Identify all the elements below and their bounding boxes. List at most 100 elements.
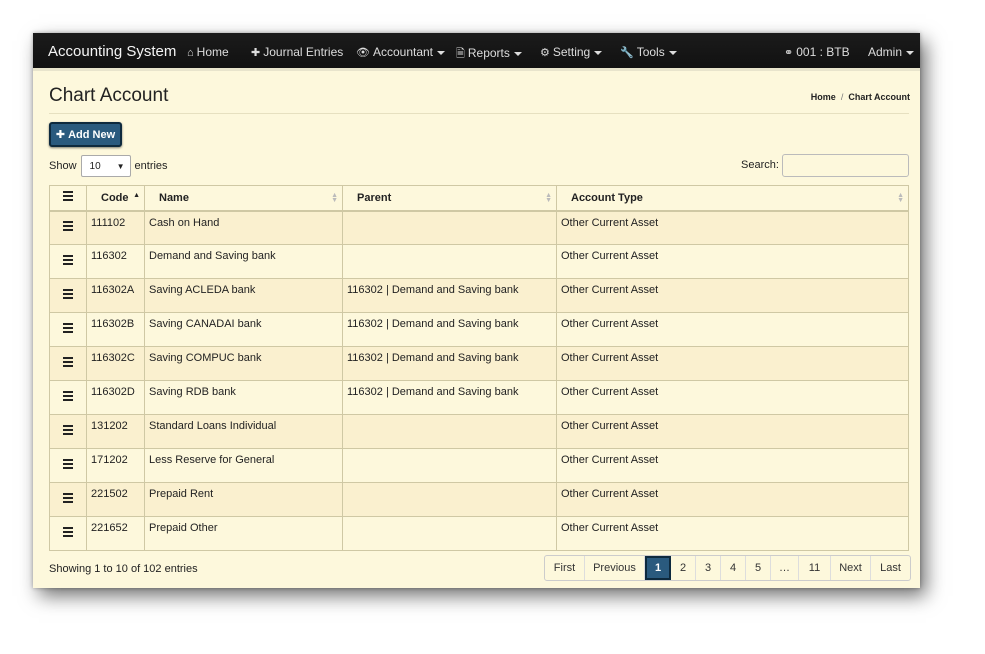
row-menu-cell[interactable] xyxy=(49,448,87,483)
row-menu-cell[interactable] xyxy=(49,312,87,347)
cell-type: Other Current Asset xyxy=(556,210,909,245)
breadcrumb-current: Chart Account xyxy=(848,92,910,102)
search-input[interactable] xyxy=(782,154,909,177)
nav-item-tools[interactable]: 🔧 Tools xyxy=(620,45,677,59)
add-new-button[interactable]: ✚ Add New xyxy=(49,122,122,147)
page-button-next[interactable]: Next xyxy=(831,556,871,580)
page-button-11[interactable]: 11 xyxy=(799,556,831,580)
table-row[interactable]: 221502 Prepaid Rent Other Current Asset xyxy=(49,482,909,517)
table-row[interactable]: 116302C Saving COMPUC bank 116302 | Demand… xyxy=(49,346,909,381)
cell-code: 111102 xyxy=(86,210,145,245)
user-label: Admin xyxy=(868,45,903,59)
menu-icon xyxy=(63,457,73,471)
caret-down-icon xyxy=(513,51,522,56)
table-row[interactable]: 116302 Demand and Saving bank Other Curren… xyxy=(49,244,909,279)
nav-item-setting[interactable]: ⚙ Setting xyxy=(540,45,603,59)
row-menu-cell[interactable] xyxy=(49,244,87,279)
cell-name: Demand and Saving bank xyxy=(144,244,343,279)
page-button-5[interactable]: 5 xyxy=(746,556,771,580)
nav-item-accountant[interactable]: 👁 Accountant xyxy=(356,45,446,59)
cell-parent: 116302 | Demand and Saving bank xyxy=(342,312,557,347)
column-menu-header[interactable] xyxy=(49,185,87,212)
cell-parent xyxy=(342,482,557,517)
cell-parent: 116302 | Demand and Saving bank xyxy=(342,278,557,313)
table-row[interactable]: 116302A Saving ACLEDA bank 116302 | Demand… xyxy=(49,278,909,313)
nav-item-reports[interactable]: 🗎 Reports xyxy=(456,45,522,64)
cell-name: Standard Loans Individual xyxy=(144,414,343,449)
menu-icon xyxy=(63,423,73,437)
cell-name: Prepaid Rent xyxy=(144,482,343,517)
nav-item-home[interactable]: ⌂ Home xyxy=(187,45,229,59)
menu-icon xyxy=(63,189,73,203)
row-menu-cell[interactable] xyxy=(49,278,87,313)
table-row[interactable]: 171202 Less Reserve for General Other Curr… xyxy=(49,448,909,483)
user-menu[interactable]: Admin xyxy=(868,45,915,59)
cell-type: Other Current Asset xyxy=(556,312,909,347)
nav-item-journal-entries[interactable]: ✚ Journal Entries xyxy=(251,45,343,59)
column-header-account-type[interactable]: Account Type ▲ ▼ xyxy=(556,185,909,212)
cell-code: 116302B xyxy=(86,312,145,347)
page-button-2[interactable]: 2 xyxy=(671,556,696,580)
cell-name: Saving RDB bank xyxy=(144,380,343,415)
cell-code: 116302A xyxy=(86,278,145,313)
table-row[interactable]: 116302D Saving RDB bank 116302 | Demand an… xyxy=(49,380,909,415)
table-row[interactable]: 131202 Standard Loans Individual Other Cur… xyxy=(49,414,909,449)
cell-name: Cash on Hand xyxy=(144,210,343,245)
add-new-label: Add New xyxy=(68,128,116,141)
page-button-4[interactable]: 4 xyxy=(721,556,746,580)
entries-label: entries xyxy=(134,160,168,172)
cell-name: Prepaid Other xyxy=(144,516,343,551)
nav-item-label: Home xyxy=(196,45,229,59)
caret-down-icon xyxy=(668,50,677,55)
cell-code: 171202 xyxy=(86,448,145,483)
cell-code: 116302 xyxy=(86,244,145,279)
cell-name: Saving COMPUC bank xyxy=(144,346,343,381)
row-menu-cell[interactable] xyxy=(49,414,87,449)
brand-title[interactable]: Accounting System xyxy=(48,43,176,60)
menu-icon xyxy=(63,491,73,505)
nav-item-label: Tools xyxy=(636,45,665,59)
menu-icon xyxy=(63,287,73,301)
select-arrow-icon: ▼ xyxy=(116,161,125,171)
page-title: Chart Account xyxy=(49,85,169,106)
sort-icon: ▲ ▼ xyxy=(897,192,904,204)
file-icon: 🗎 xyxy=(456,48,465,60)
page-button-first[interactable]: First xyxy=(545,556,585,580)
row-menu-cell[interactable] xyxy=(49,380,87,415)
page-size-select[interactable]: 10 ▼ xyxy=(80,155,131,177)
cell-type: Other Current Asset xyxy=(556,448,909,483)
row-menu-cell[interactable] xyxy=(49,210,87,245)
table-row[interactable]: 116302B Saving CANADAI bank 116302 | Deman… xyxy=(49,312,909,347)
breadcrumb-separator: / xyxy=(840,92,844,102)
menu-icon xyxy=(63,321,73,335)
column-header-parent[interactable]: Parent ▲ ▼ xyxy=(342,185,557,212)
eye-icon: 👁 xyxy=(356,47,370,59)
page-button-1[interactable]: 1 xyxy=(645,556,671,580)
page-button-3[interactable]: 3 xyxy=(696,556,721,580)
nav-item-label: Reports xyxy=(467,46,510,60)
cell-type: Other Current Asset xyxy=(556,516,909,551)
row-menu-cell[interactable] xyxy=(49,482,87,517)
column-header-code[interactable]: Code ▲ xyxy=(86,185,145,212)
table-row[interactable]: 221652 Prepaid Other Other Current Asset xyxy=(49,516,909,551)
table-row[interactable]: 111102 Cash on Hand Other Current Asset xyxy=(49,210,909,245)
page-button-last[interactable]: Last xyxy=(871,556,910,580)
sort-icon: ▲ ▼ xyxy=(331,192,338,204)
menu-icon xyxy=(63,389,73,403)
page-button-previous[interactable]: Previous xyxy=(585,556,645,580)
branch-label: 001 : BTB xyxy=(796,45,850,59)
search-label: Search: xyxy=(741,159,779,171)
wrench-icon: 🔧 xyxy=(620,47,634,59)
row-menu-cell[interactable] xyxy=(49,516,87,551)
menu-icon xyxy=(63,355,73,369)
breadcrumb-home[interactable]: Home xyxy=(811,92,836,102)
column-header-name[interactable]: Name ▲ ▼ xyxy=(144,185,343,212)
branch-selector[interactable]: ⚭ 001 : BTB xyxy=(784,45,850,59)
page-size-value: 10 xyxy=(89,160,101,172)
row-menu-cell[interactable] xyxy=(49,346,87,381)
caret-down-icon xyxy=(437,50,446,55)
cell-code: 131202 xyxy=(86,414,145,449)
navbar: Accounting System ⌂ Home ✚ Journal Entries 👁… xyxy=(33,33,920,71)
caret-down-icon xyxy=(594,50,603,55)
cell-type: Other Current Asset xyxy=(556,482,909,517)
